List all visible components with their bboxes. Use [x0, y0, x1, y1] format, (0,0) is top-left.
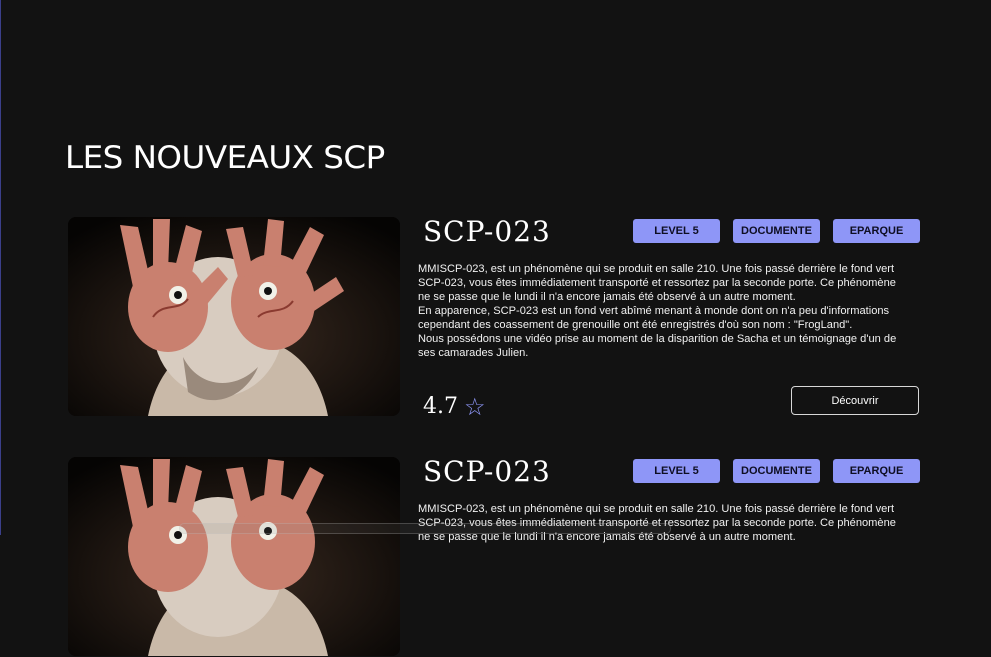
badge-status[interactable]: DOCUMENTE: [733, 459, 820, 483]
scp-card: SCP-023 LEVEL 5 DOCUMENTE EPARQUE MMISCP…: [68, 215, 920, 419]
creature-image: [68, 457, 400, 656]
description-paragraph: Nous possédons une vidéo prise au moment…: [418, 333, 897, 359]
badge-status[interactable]: DOCUMENTE: [733, 219, 820, 243]
scp-card: SCP-023 LEVEL 5 DOCUMENTE EPARQUE MMISCP…: [68, 455, 920, 657]
scp-title: SCP-023: [423, 215, 551, 248]
rating: 4.7 ☆: [423, 394, 486, 419]
rating-value: 4.7: [423, 394, 458, 419]
scp-description: MMISCP-023, est un phénomène qui se prod…: [418, 262, 908, 360]
horizontal-scrollbar[interactable]: [179, 523, 671, 534]
badge-class[interactable]: EPARQUE: [833, 459, 920, 483]
discover-button[interactable]: Découvrir: [791, 386, 919, 415]
badge-level[interactable]: LEVEL 5: [633, 219, 720, 243]
badge-class[interactable]: EPARQUE: [833, 219, 920, 243]
badge-group: LEVEL 5 DOCUMENTE EPARQUE: [633, 459, 920, 483]
creature-image: [68, 217, 400, 416]
scp-thumbnail[interactable]: [68, 217, 400, 416]
star-outline-icon[interactable]: ☆: [464, 395, 486, 419]
badge-level[interactable]: LEVEL 5: [633, 459, 720, 483]
description-paragraph: En apparence, SCP-023 est un fond vert a…: [418, 305, 890, 331]
page-title: LES NOUVEAUX SCP: [65, 140, 385, 176]
description-paragraph: MMISCP-023, est un phénomène qui se prod…: [418, 263, 896, 303]
badge-group: LEVEL 5 DOCUMENTE EPARQUE: [633, 219, 920, 243]
scp-thumbnail[interactable]: [68, 457, 400, 656]
scp-title: SCP-023: [423, 455, 551, 488]
